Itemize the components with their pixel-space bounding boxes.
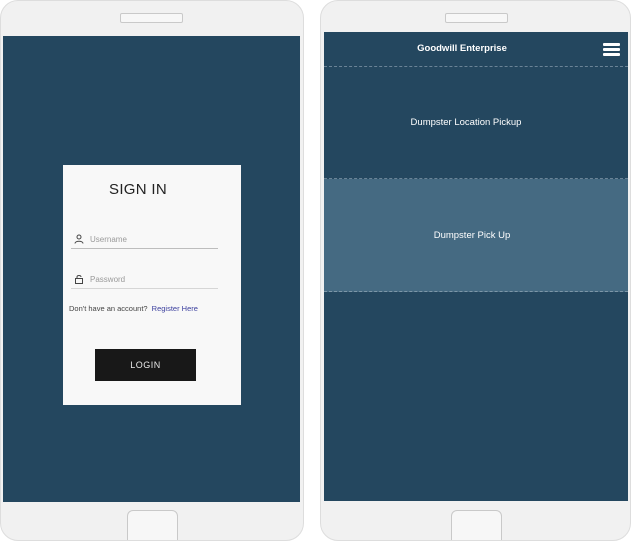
lock-icon: [73, 273, 85, 285]
menu-item-label: Dumpster Location Pickup: [410, 117, 522, 128]
phone-home-button: [451, 510, 502, 540]
password-field[interactable]: [71, 270, 218, 289]
phone-speaker: [120, 13, 183, 23]
phone-frame-signin: SIGN IN Username Don't have an account? …: [0, 0, 304, 541]
hamburger-menu-icon[interactable]: [603, 43, 620, 56]
app-bar: Goodwill Enterprise: [324, 32, 628, 67]
register-prompt-text: Don't have an account?: [69, 304, 148, 313]
phone-frame-home: Goodwill Enterprise Dumpster Location Pi…: [320, 0, 631, 541]
login-button[interactable]: LOGIN: [95, 349, 196, 381]
signin-card: SIGN IN Username Don't have an account? …: [63, 165, 241, 405]
register-prompt-line: Don't have an account? Register Here: [69, 304, 239, 313]
password-input[interactable]: [90, 274, 210, 284]
signin-screen: SIGN IN Username Don't have an account? …: [3, 36, 300, 502]
home-screen: Goodwill Enterprise Dumpster Location Pi…: [324, 32, 628, 501]
register-here-link[interactable]: Register Here: [152, 304, 198, 313]
user-icon: [73, 233, 85, 245]
phone-home-button: [127, 510, 178, 540]
signin-title: SIGN IN: [109, 181, 167, 198]
username-field[interactable]: [71, 230, 218, 249]
app-title: Goodwill Enterprise: [417, 43, 507, 54]
menu-item-dumpster-pick-up[interactable]: Dumpster Pick Up: [324, 179, 628, 292]
username-input[interactable]: [90, 234, 210, 244]
menu-item-label: Dumpster Pick Up: [433, 229, 511, 241]
mockup-stage: SIGN IN Username Don't have an account? …: [0, 0, 631, 541]
menu-item-dumpster-location-pickup[interactable]: Dumpster Location Pickup: [324, 67, 628, 179]
phone-speaker: [445, 13, 508, 23]
